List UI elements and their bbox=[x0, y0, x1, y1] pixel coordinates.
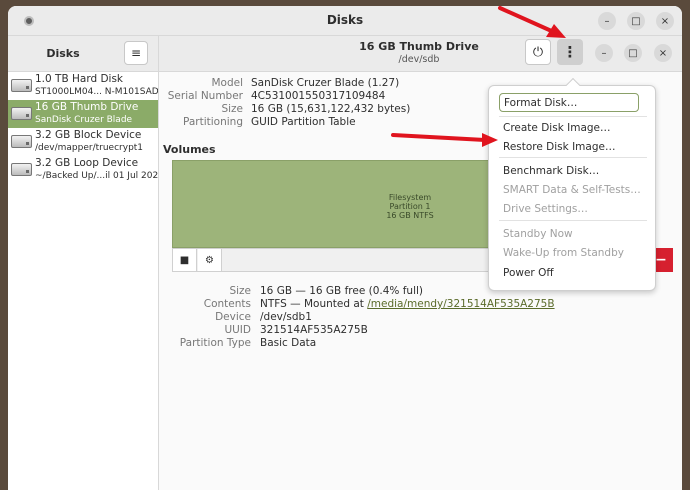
partition-type-value: Basic Data bbox=[260, 337, 317, 349]
power-icon: ⏻ bbox=[532, 44, 544, 60]
menu-item-standby-now[interactable]: Standby Now bbox=[503, 227, 573, 241]
partition-size-label: Size bbox=[229, 285, 251, 297]
usb-drive-icon bbox=[11, 107, 32, 120]
device-item-loop-device[interactable]: 3.2 GB Loop Device ~/Backed Up/...il 01 … bbox=[8, 156, 158, 184]
device-subtitle: /dev/mapper/truecrypt1 bbox=[35, 143, 144, 153]
device-subtitle: SanDisk Cruzer Blade bbox=[35, 115, 133, 125]
window-titlebar: Disks – □ × bbox=[8, 6, 682, 36]
window-title: Disks bbox=[326, 13, 364, 27]
window-maximize-button[interactable]: □ bbox=[627, 12, 645, 30]
partitioning-value: GUID Partition Table bbox=[251, 116, 356, 128]
gear-icon: ⚙ bbox=[205, 254, 214, 266]
window-minimize-button[interactable]: – bbox=[598, 12, 616, 30]
menu-separator bbox=[499, 157, 647, 158]
kebab-icon: ⋮ bbox=[562, 43, 578, 61]
device-name: 16 GB Thumb Drive bbox=[35, 101, 139, 113]
model-value: SanDisk Cruzer Blade (1.27) bbox=[251, 77, 400, 89]
sidebar-title: Disks bbox=[46, 47, 80, 60]
partition-options-button[interactable]: ⚙ bbox=[198, 249, 222, 271]
drive-options-popover: Format Disk… Create Disk Image… Restore … bbox=[488, 77, 656, 291]
menu-item-benchmark-disk[interactable]: Benchmark Disk… bbox=[503, 164, 599, 178]
serial-label: Serial Number bbox=[167, 90, 243, 102]
drive-options-menu-button[interactable]: ⋮ bbox=[557, 39, 583, 65]
drive-path: /dev/sdb bbox=[398, 54, 440, 65]
size-value: 16 GB (15,631,122,432 bytes) bbox=[251, 103, 411, 115]
sidebar: Disks ≡ 1.0 TB Hard Disk ST1000LM04... N… bbox=[8, 36, 159, 490]
size-label: Size bbox=[221, 103, 243, 115]
menu-item-create-disk-image[interactable]: Create Disk Image… bbox=[503, 121, 611, 135]
unmount-button[interactable]: ■ bbox=[173, 249, 197, 271]
device-subtitle: ~/Backed Up/...il 01 Jul 2022 bbox=[35, 171, 158, 181]
window-close-button[interactable]: × bbox=[656, 12, 674, 30]
device-item-thumb-drive[interactable]: 16 GB Thumb Drive SanDisk Cruzer Blade bbox=[8, 100, 158, 128]
volumes-heading: Volumes bbox=[163, 143, 216, 156]
stop-icon: ■ bbox=[179, 254, 190, 266]
drive-header: 16 GB Thumb Drive /dev/sdb ⏻ ⋮ – □ × bbox=[159, 36, 682, 72]
device-name: 3.2 GB Block Device bbox=[35, 129, 142, 141]
menu-item-restore-disk-image[interactable]: Restore Disk Image… bbox=[503, 140, 615, 154]
device-item-hard-disk[interactable]: 1.0 TB Hard Disk ST1000LM04... N-M101SAD bbox=[8, 72, 158, 100]
minimize-button[interactable]: – bbox=[595, 44, 613, 62]
hard-disk-icon bbox=[11, 79, 32, 92]
drive-title: 16 GB Thumb Drive bbox=[359, 40, 479, 53]
contents-value: NTFS — Mounted at /media/mendy/321514AF5… bbox=[260, 298, 555, 311]
hamburger-menu-button[interactable]: ≡ bbox=[124, 41, 148, 65]
uuid-label: UUID bbox=[224, 324, 251, 336]
partition-type-label: Partition Type bbox=[179, 337, 251, 349]
device-item-block-device[interactable]: 3.2 GB Block Device /dev/mapper/truecryp… bbox=[8, 128, 158, 156]
device-label: Device bbox=[215, 311, 251, 323]
mount-point-link[interactable]: /media/mendy/321514AF535A275B bbox=[367, 298, 554, 310]
close-button[interactable]: × bbox=[654, 44, 672, 62]
serial-value: 4C531001550317109484 bbox=[251, 90, 386, 102]
menu-item-power-off[interactable]: Power Off bbox=[503, 266, 554, 280]
block-device-icon bbox=[11, 135, 32, 148]
sidebar-header: Disks ≡ bbox=[8, 36, 158, 72]
menu-item-format-disk[interactable]: Format Disk… bbox=[499, 93, 639, 112]
loop-device-icon bbox=[11, 163, 32, 176]
minus-icon: − bbox=[655, 252, 667, 268]
menu-item-smart-data[interactable]: SMART Data & Self-Tests… bbox=[503, 183, 641, 197]
partition-size-value: 16 GB — 16 GB free (0.4% full) bbox=[260, 285, 424, 297]
maximize-button[interactable]: □ bbox=[624, 44, 642, 62]
menu-separator bbox=[499, 220, 647, 221]
device-subtitle: ST1000LM04... N-M101SAD bbox=[35, 87, 158, 97]
model-label: Model bbox=[211, 77, 243, 89]
disks-window: Disks – □ × Disks ≡ 1.0 TB Hard Disk ST1… bbox=[8, 6, 682, 490]
contents-prefix: NTFS — Mounted at bbox=[260, 298, 368, 310]
uuid-value: 321514AF535A275B bbox=[260, 324, 368, 336]
device-name: 1.0 TB Hard Disk bbox=[35, 73, 124, 85]
device-name: 3.2 GB Loop Device bbox=[35, 157, 139, 169]
device-value: /dev/sdb1 bbox=[260, 311, 312, 323]
menu-item-wake-up[interactable]: Wake-Up from Standby bbox=[503, 246, 624, 260]
contents-label: Contents bbox=[203, 298, 251, 310]
power-off-button[interactable]: ⏻ bbox=[525, 39, 551, 65]
menu-separator bbox=[499, 116, 647, 117]
menu-item-drive-settings[interactable]: Drive Settings… bbox=[503, 202, 588, 216]
partitioning-label: Partitioning bbox=[183, 116, 243, 128]
